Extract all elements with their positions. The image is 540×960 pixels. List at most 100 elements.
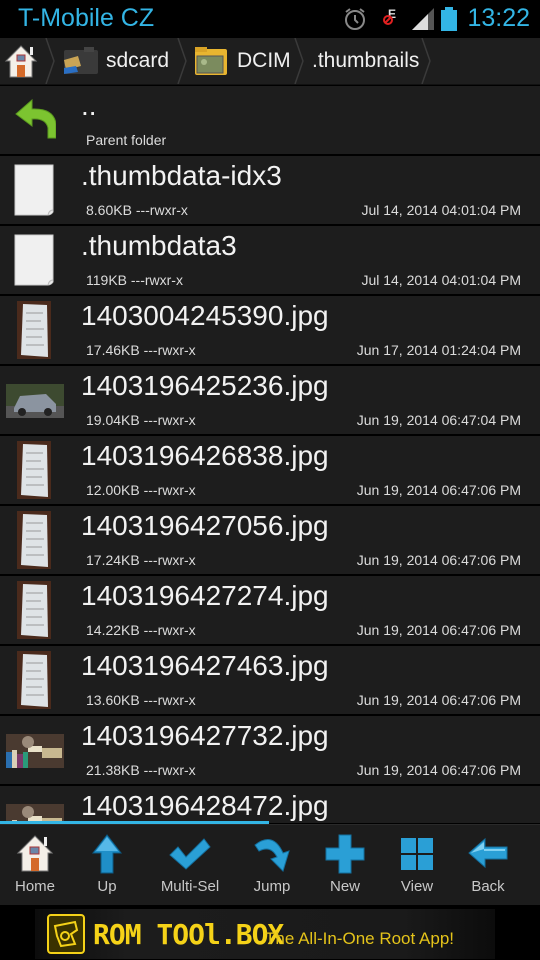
grid-view-icon [401, 838, 433, 870]
home-icon [4, 45, 38, 78]
data-disabled-icon: E [383, 7, 396, 25]
ad-banner[interactable]: ROM TOOl.BOX The All-In-One Root App! [0, 905, 540, 960]
file-name: 1403004245390.jpg [81, 300, 329, 331]
signal-icon [412, 8, 434, 30]
toolbar-label: Back [471, 878, 505, 895]
file-row[interactable]: 1403196425236.jpg 19.04KB ---rwxr-x Jun 19… [0, 366, 540, 434]
file-row[interactable]: 1403196427463.jpg 13.60KB ---rwxr-x Jun 19… [0, 646, 540, 714]
file-row[interactable]: 1403196426838.jpg 12.00KB ---rwxr-x Jun 19… [0, 436, 540, 504]
receipt-thumbnail-icon [17, 581, 51, 639]
file-name: 1403196427056.jpg [81, 510, 329, 541]
file-name: .. [81, 90, 97, 121]
generic-file-icon [14, 234, 54, 286]
file-row[interactable]: 1403004245390.jpg 17.46KB ---rwxr-x Jun 17… [0, 296, 540, 364]
file-row[interactable]: 1403196427056.jpg 17.24KB ---rwxr-x Jun 19… [0, 506, 540, 574]
up-arrow-icon [91, 834, 123, 874]
battery-icon [441, 7, 457, 31]
breadcrumb-separator [294, 38, 304, 84]
multi-select-button[interactable]: Multi-Sel [155, 825, 225, 905]
file-size-permissions: 14.22KB ---rwxr-x [86, 622, 196, 638]
checkmark-icon [169, 838, 211, 870]
file-list[interactable]: .. Parent folder .thumbdata-idx3 8.60KB -… [0, 85, 540, 823]
file-modified-date: Jun 19, 2014 06:47:06 PM [356, 622, 521, 638]
file-name: .thumbdata-idx3 [81, 160, 282, 191]
ad-title: ROM TOOl.BOX [93, 918, 284, 951]
toolbar-label: Home [14, 878, 55, 895]
status-bar: T-Mobile CZ E 13:22 [0, 0, 540, 38]
ad-banner-inner: ROM TOOl.BOX The All-In-One Root App! [35, 909, 495, 959]
carrier-name: T-Mobile CZ [18, 4, 155, 32]
breadcrumb-label: sdcard [106, 49, 170, 72]
breadcrumb-label: DCIM [237, 49, 291, 72]
home-icon [16, 835, 54, 872]
file-modified-date: Jul 14, 2014 04:01:04 PM [361, 202, 521, 218]
jump-arrow-icon [254, 839, 290, 872]
receipt-thumbnail-icon [17, 301, 51, 359]
file-row[interactable]: .thumbdata-idx3 8.60KB ---rwxr-x Jul 14, 2… [0, 156, 540, 224]
file-size-permissions: 13.60KB ---rwxr-x [86, 692, 196, 708]
parent-folder-icon [15, 98, 56, 139]
breadcrumb-separator [421, 38, 431, 84]
ad-subtitle: The All-In-One Root App! [265, 929, 454, 948]
plus-icon [325, 834, 365, 874]
receipt-thumbnail-icon [17, 511, 51, 569]
file-modified-date: Jun 19, 2014 06:47:06 PM [356, 762, 521, 778]
sdcard-folder-icon [64, 47, 98, 74]
file-size-permissions: 17.46KB ---rwxr-x [86, 342, 196, 358]
back-button[interactable]: Back [453, 825, 523, 905]
back-arrow-icon [468, 837, 508, 869]
breadcrumb-dcim[interactable]: DCIM [194, 38, 291, 84]
breadcrumb-home[interactable] [4, 38, 38, 84]
file-name: .thumbdata3 [81, 230, 237, 261]
receipt-thumbnail-icon [17, 441, 51, 499]
file-modified-date: Jun 19, 2014 06:47:06 PM [356, 692, 521, 708]
file-size-permissions: 21.38KB ---rwxr-x [86, 762, 196, 778]
toolbar-label: View [400, 878, 434, 895]
file-name: 1403196427274.jpg [81, 580, 329, 611]
alarm-icon [345, 8, 365, 30]
file-size-permissions: 119KB ---rwxr-x [86, 272, 183, 288]
file-size-permissions: 8.60KB ---rwxr-x [86, 202, 188, 218]
photo-folder-icon [195, 47, 227, 75]
receipt-thumbnail-icon [17, 651, 51, 709]
generic-file-icon [14, 164, 54, 216]
file-row[interactable]: 1403196428472.jpg [0, 786, 540, 823]
jump-button[interactable]: Jump [237, 825, 307, 905]
rom-toolbox-logo-icon [47, 914, 85, 954]
file-subtitle: Parent folder [86, 132, 167, 148]
bottom-toolbar: Home Up Multi-Sel Jump New View Back [0, 824, 540, 905]
clock: 13:22 [467, 4, 530, 32]
breadcrumb: sdcard DCIM .thumbnails [0, 38, 540, 85]
breadcrumb-separator [177, 38, 187, 84]
toolbar-label: Up [97, 878, 117, 895]
file-row[interactable]: 1403196427274.jpg 14.22KB ---rwxr-x Jun 19… [0, 576, 540, 644]
breadcrumb-sdcard[interactable]: sdcard [62, 38, 169, 84]
file-size-permissions: 17.24KB ---rwxr-x [86, 552, 196, 568]
breadcrumb-label: .thumbnails [312, 49, 420, 72]
car-photo-thumbnail-icon [6, 384, 64, 418]
toolbar-label: Multi-Sel [160, 878, 220, 895]
breadcrumb-separator [45, 38, 55, 84]
file-row[interactable]: 1403196427732.jpg 21.38KB ---rwxr-x Jun 19… [0, 716, 540, 784]
file-name: 1403196427732.jpg [81, 720, 329, 751]
parent-folder-row[interactable]: .. Parent folder [0, 86, 540, 154]
file-size-permissions: 12.00KB ---rwxr-x [86, 482, 196, 498]
file-modified-date: Jul 14, 2014 04:01:04 PM [361, 272, 521, 288]
file-modified-date: Jun 17, 2014 01:24:04 PM [356, 342, 521, 358]
toolbar-label: New [329, 878, 360, 895]
up-button[interactable]: Up [72, 825, 142, 905]
file-modified-date: Jun 19, 2014 06:47:04 PM [356, 412, 521, 428]
books-photo-thumbnail-icon [6, 734, 64, 768]
file-size-permissions: 19.04KB ---rwxr-x [86, 412, 196, 428]
toolbar-label: Jump [253, 878, 291, 895]
new-button[interactable]: New [310, 825, 380, 905]
file-name: 1403196426838.jpg [81, 440, 329, 471]
file-modified-date: Jun 19, 2014 06:47:06 PM [356, 552, 521, 568]
file-modified-date: Jun 19, 2014 06:47:06 PM [356, 482, 521, 498]
view-button[interactable]: View [382, 825, 452, 905]
home-button[interactable]: Home [0, 825, 70, 905]
file-name: 1403196427463.jpg [81, 650, 329, 681]
file-row[interactable]: .thumbdata3 119KB ---rwxr-x Jul 14, 2014 0… [0, 226, 540, 294]
file-name: 1403196425236.jpg [81, 370, 329, 401]
breadcrumb-thumbnails[interactable]: .thumbnails [312, 38, 419, 84]
